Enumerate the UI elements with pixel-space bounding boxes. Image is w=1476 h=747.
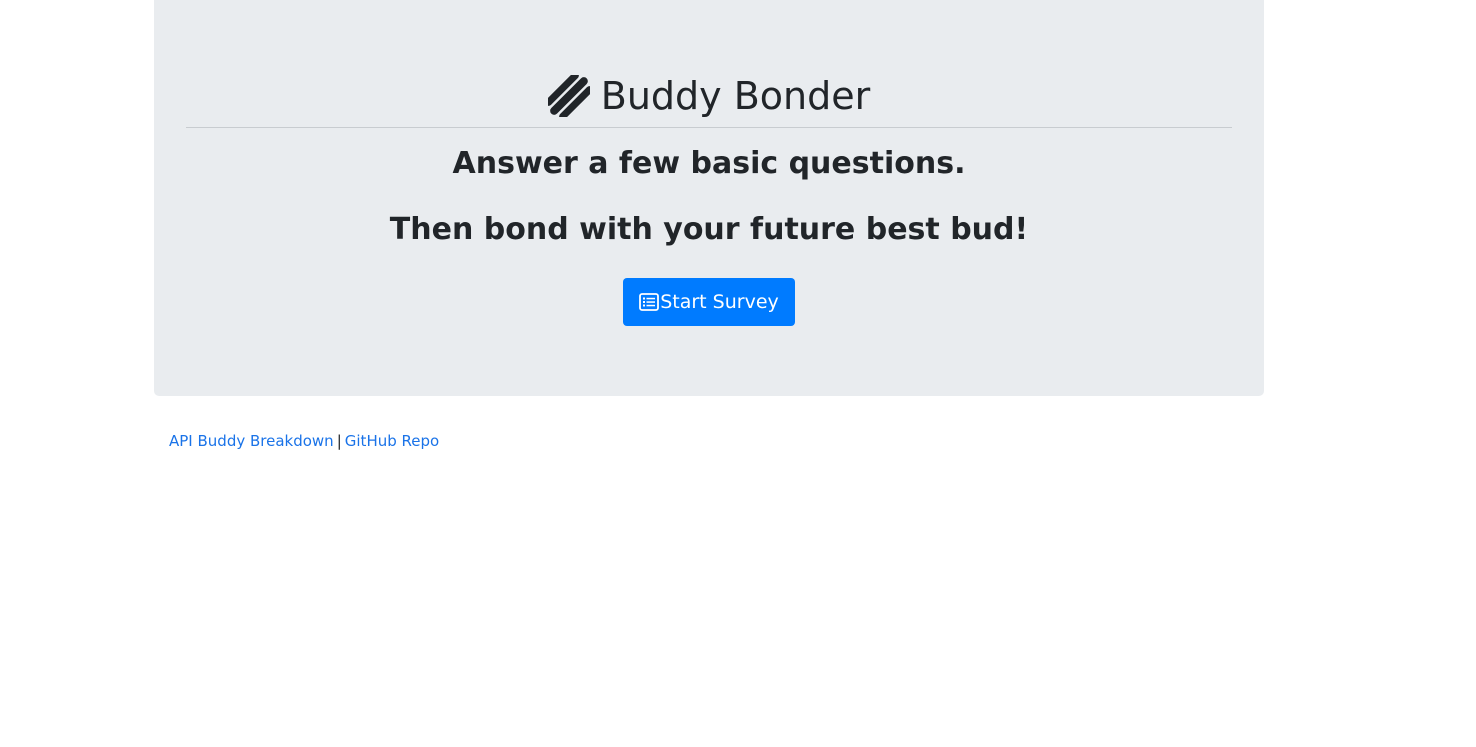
github-repo-link[interactable]: GitHub Repo [345,432,439,450]
jumbotron: Buddy Bonder Answer a few basic question… [154,0,1264,396]
api-buddy-breakdown-link[interactable]: API Buddy Breakdown [169,432,334,450]
main-container: Buddy Bonder Answer a few basic question… [154,0,1264,450]
tagline-line-1: Answer a few basic questions. [452,146,966,181]
footer-separator: | [336,432,342,450]
page-title: Buddy Bonder [600,73,871,118]
tagline-line-2: Then bond with your future best bud! [389,212,1029,247]
start-survey-button[interactable]: Start Survey [623,278,795,326]
hotdog-icon [544,71,593,120]
list-alt-icon [639,292,660,312]
start-survey-label: Start Survey [660,291,779,313]
title-row: Buddy Bonder [186,0,1232,127]
footer: API Buddy Breakdown | GitHub Repo [154,396,1264,450]
